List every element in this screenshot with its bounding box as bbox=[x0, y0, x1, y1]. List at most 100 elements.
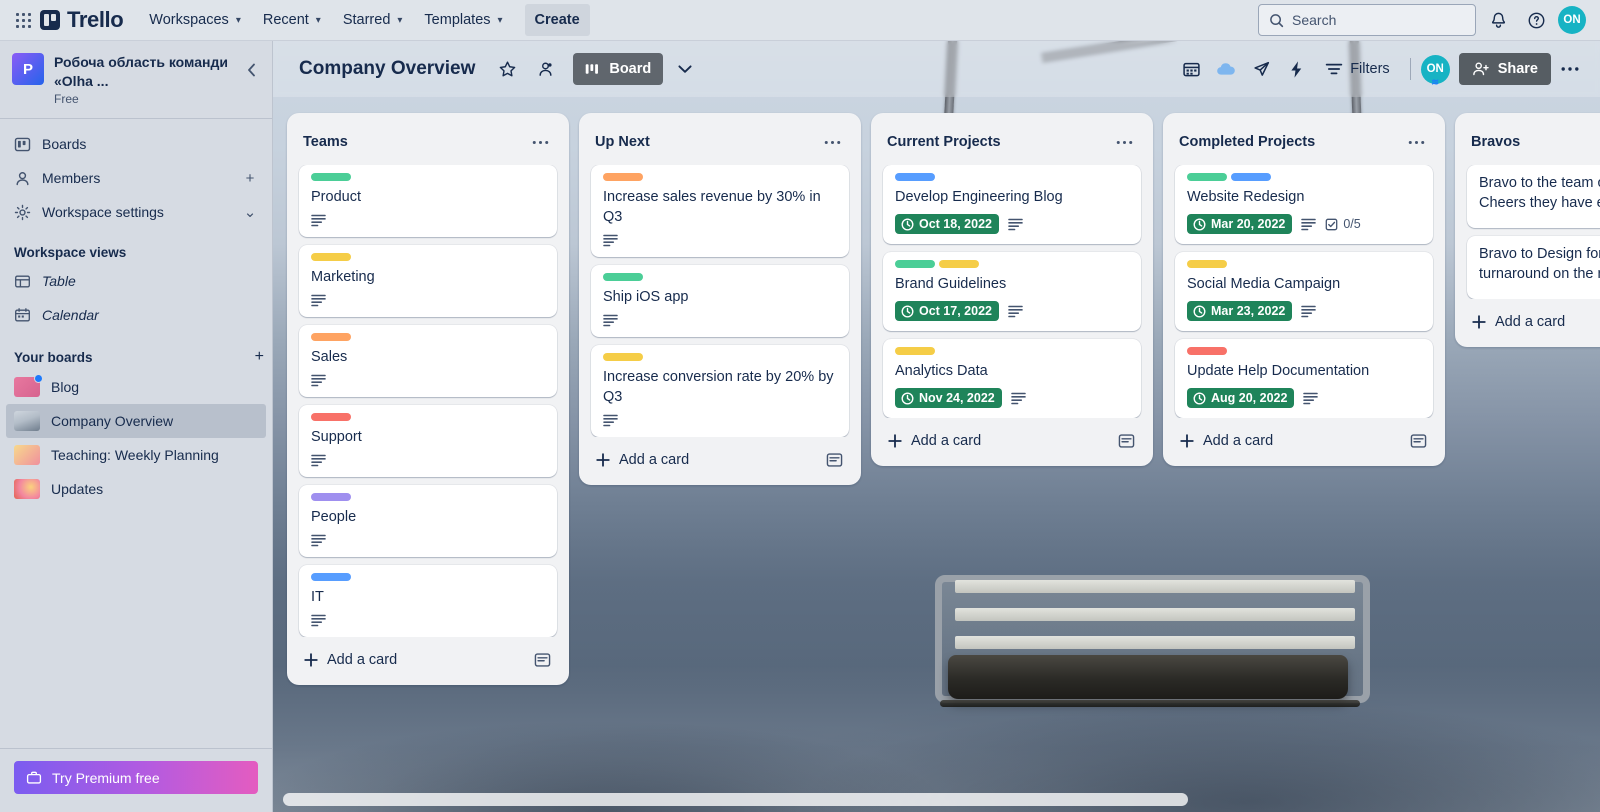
nav-item-workspaces[interactable]: Workspaces ▾ bbox=[139, 4, 251, 36]
sidebar-view-calendar[interactable]: Calendar bbox=[6, 298, 266, 332]
card[interactable]: Develop Engineering Blog Oct 18, 2022 bbox=[883, 165, 1141, 244]
card[interactable]: Update Help Documentation Aug 20, 2022 bbox=[1175, 339, 1433, 418]
search-input[interactable]: Search bbox=[1258, 4, 1476, 36]
due-date-badge[interactable]: Oct 18, 2022 bbox=[895, 214, 999, 234]
card[interactable]: Analytics Data Nov 24, 2022 bbox=[883, 339, 1141, 418]
add-card-row[interactable]: Add a card bbox=[875, 418, 1149, 458]
board-lists-container[interactable]: Teams Product Marketing Sales Support People I… bbox=[273, 97, 1600, 812]
create-button[interactable]: Create bbox=[524, 4, 590, 36]
add-card-row[interactable]: Add a card bbox=[291, 637, 565, 677]
expand-settings-chevron-icon[interactable]: ⌄ bbox=[242, 203, 258, 221]
apps-grid-icon[interactable] bbox=[14, 11, 32, 29]
card[interactable]: IT bbox=[299, 565, 557, 637]
card[interactable]: Bravo to the team on the most Cheers the… bbox=[1467, 165, 1600, 228]
nav-item-recent[interactable]: Recent ▾ bbox=[253, 4, 331, 36]
due-date-badge[interactable]: Nov 24, 2022 bbox=[895, 388, 1002, 408]
label-pill-red[interactable] bbox=[1187, 347, 1227, 355]
card[interactable]: Marketing bbox=[299, 245, 557, 317]
card[interactable]: Ship iOS app bbox=[591, 265, 849, 337]
label-pill-yellow[interactable] bbox=[939, 260, 979, 268]
sidebar-item-members[interactable]: Members + bbox=[6, 161, 266, 195]
notifications-button[interactable] bbox=[1482, 4, 1514, 36]
due-date-badge[interactable]: Oct 17, 2022 bbox=[895, 301, 999, 321]
list-title[interactable]: Current Projects bbox=[887, 134, 1111, 150]
card[interactable]: Bravo to Design for a quick and fine tur… bbox=[1467, 236, 1600, 299]
list-title[interactable]: Bravos bbox=[1471, 134, 1600, 150]
sidebar-item-workspace-settings[interactable]: Workspace settings ⌄ bbox=[6, 195, 266, 229]
card[interactable]: Social Media Campaign Mar 23, 2022 bbox=[1175, 252, 1433, 331]
card[interactable]: Support bbox=[299, 405, 557, 477]
list-title[interactable]: Completed Projects bbox=[1179, 134, 1403, 150]
card[interactable]: Brand Guidelines Oct 17, 2022 bbox=[883, 252, 1141, 331]
list-actions-button[interactable] bbox=[819, 129, 845, 155]
label-pill-blue[interactable] bbox=[895, 173, 935, 181]
nav-item-templates[interactable]: Templates ▾ bbox=[414, 4, 512, 36]
workspace-header[interactable]: P Робоча область команди «Olha ... Free bbox=[0, 41, 272, 119]
label-pill-yellow[interactable] bbox=[603, 353, 643, 361]
sidebar-view-table[interactable]: Table bbox=[6, 264, 266, 298]
page-title[interactable]: Company Overview bbox=[299, 58, 475, 80]
list-actions-button[interactable] bbox=[1111, 129, 1137, 155]
star-board-button[interactable] bbox=[491, 53, 523, 85]
create-from-template-button[interactable] bbox=[821, 447, 847, 473]
label-pill-yellow[interactable] bbox=[895, 347, 935, 355]
create-from-template-button[interactable] bbox=[1405, 428, 1431, 454]
create-from-template-button[interactable] bbox=[1113, 428, 1139, 454]
calendar-power-up-button[interactable] bbox=[1175, 53, 1207, 85]
board-visibility-button[interactable] bbox=[529, 53, 561, 85]
label-pill-green[interactable] bbox=[603, 273, 643, 281]
create-board-button[interactable]: + bbox=[255, 348, 264, 366]
sidebar-item-boards[interactable]: Boards bbox=[6, 127, 266, 161]
label-pill-blue[interactable] bbox=[311, 573, 351, 581]
user-avatar[interactable]: ON bbox=[1558, 6, 1586, 34]
help-button[interactable] bbox=[1520, 4, 1552, 36]
add-card-row[interactable]: Add a card bbox=[1459, 299, 1600, 339]
label-pill-green[interactable] bbox=[895, 260, 935, 268]
board-view-switcher[interactable]: Board bbox=[573, 53, 664, 85]
automation-button[interactable] bbox=[1280, 53, 1312, 85]
filters-button[interactable]: Filters bbox=[1315, 53, 1399, 85]
board-horizontal-scrollbar[interactable] bbox=[283, 793, 1590, 806]
card[interactable]: Website Redesign Mar 20, 2022 0/5 bbox=[1175, 165, 1433, 244]
add-member-button[interactable]: + bbox=[242, 170, 258, 187]
sidebar-board-updates[interactable]: Updates bbox=[6, 472, 266, 506]
label-pill-orange[interactable] bbox=[311, 333, 351, 341]
label-pill-green[interactable] bbox=[311, 173, 351, 181]
label-pill-blue[interactable] bbox=[1231, 173, 1271, 181]
card[interactable]: Increase sales revenue by 30% in Q3 bbox=[591, 165, 849, 257]
board-member-avatar[interactable]: ON ≋ bbox=[1420, 54, 1450, 87]
label-pill-yellow[interactable] bbox=[1187, 260, 1227, 268]
create-from-template-button[interactable] bbox=[529, 647, 555, 673]
list-actions-button[interactable] bbox=[1403, 129, 1429, 155]
label-pill-red[interactable] bbox=[311, 413, 351, 421]
board-menu-button[interactable] bbox=[1554, 53, 1586, 85]
sidebar-board-company-overview[interactable]: Company Overview bbox=[6, 404, 266, 438]
add-card-row[interactable]: Add a card bbox=[1167, 418, 1441, 458]
scrollbar-thumb[interactable] bbox=[283, 793, 1188, 806]
sidebar-collapse-button[interactable] bbox=[240, 59, 262, 81]
label-pill-yellow[interactable] bbox=[311, 253, 351, 261]
label-pill-purple[interactable] bbox=[311, 493, 351, 501]
card[interactable]: Product bbox=[299, 165, 557, 237]
due-date-badge[interactable]: Mar 20, 2022 bbox=[1187, 214, 1293, 234]
nav-item-starred[interactable]: Starred ▾ bbox=[333, 4, 413, 36]
due-date-badge[interactable]: Mar 23, 2022 bbox=[1187, 301, 1293, 321]
sidebar-board-blog[interactable]: Blog bbox=[6, 370, 266, 404]
sidebar-board-teaching-weekly-planning[interactable]: Teaching: Weekly Planning bbox=[6, 438, 266, 472]
share-button[interactable]: Share bbox=[1458, 53, 1551, 85]
trello-logo[interactable]: Trello bbox=[40, 7, 124, 33]
list-actions-button[interactable] bbox=[527, 129, 553, 155]
try-premium-free-button[interactable]: Try Premium free bbox=[14, 761, 258, 794]
list-title[interactable]: Teams bbox=[303, 134, 527, 150]
label-pill-orange[interactable] bbox=[603, 173, 643, 181]
send-power-up-button[interactable] bbox=[1245, 53, 1277, 85]
card[interactable]: Increase conversion rate by 20% by Q3 bbox=[591, 345, 849, 437]
card[interactable]: People bbox=[299, 485, 557, 557]
card[interactable]: Sales bbox=[299, 325, 557, 397]
label-pill-green[interactable] bbox=[1187, 173, 1227, 181]
board-view-dropdown-button[interactable] bbox=[669, 53, 701, 85]
cloud-power-up-button[interactable] bbox=[1210, 53, 1242, 85]
list-title[interactable]: Up Next bbox=[595, 134, 819, 150]
due-date-badge[interactable]: Aug 20, 2022 bbox=[1187, 388, 1295, 408]
add-card-row[interactable]: Add a card bbox=[583, 437, 857, 477]
